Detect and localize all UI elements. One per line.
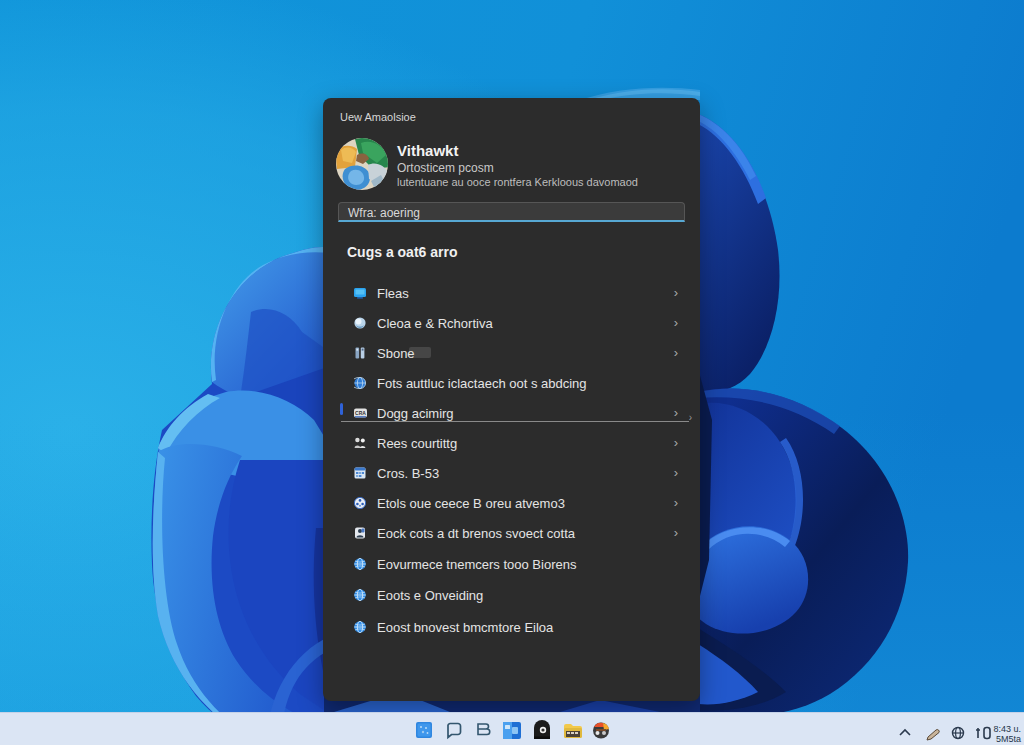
svg-text:CRA: CRA [355, 410, 366, 416]
